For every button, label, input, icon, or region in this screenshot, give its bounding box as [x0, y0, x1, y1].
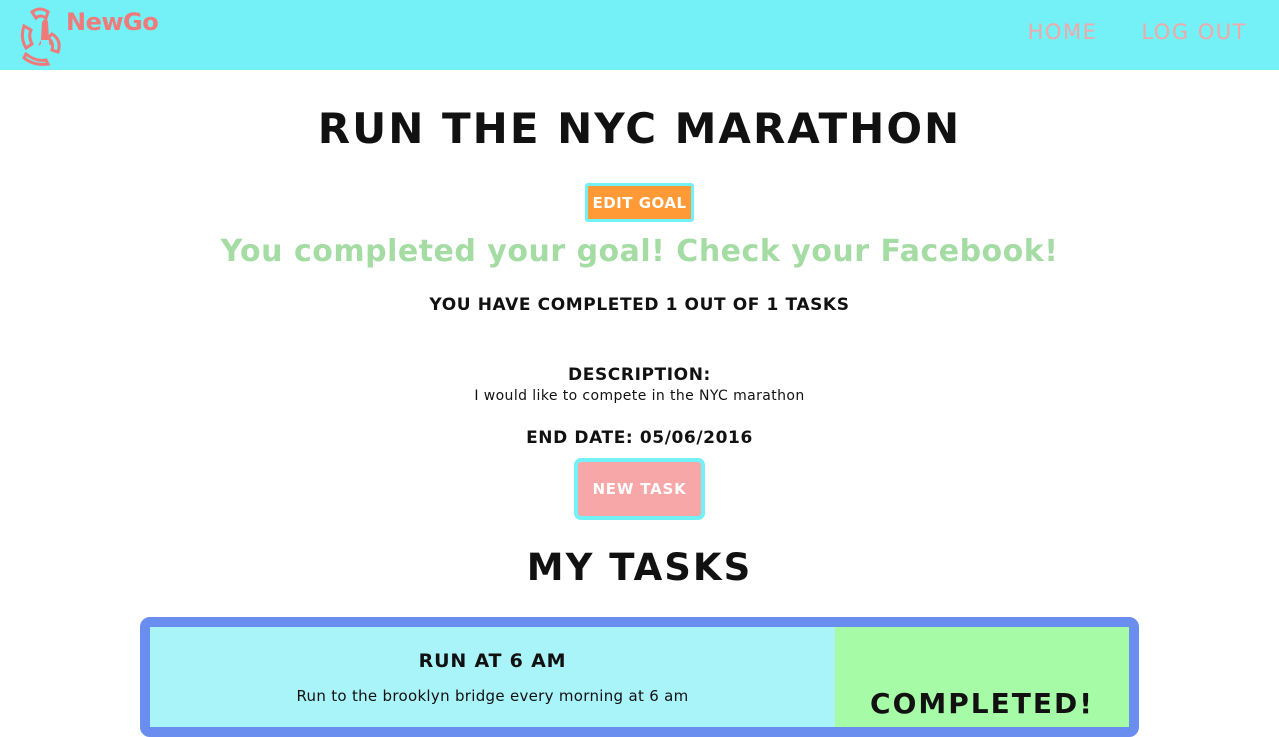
my-tasks-heading: MY TASKS — [526, 546, 753, 589]
edit-goal-button-frame: EDIT GOAL — [585, 183, 694, 222]
goal-end-date: END DATE: 05/06/2016 — [526, 428, 753, 448]
task-info: RUN AT 6 AM Run to the brooklyn bridge e… — [150, 627, 835, 727]
goal-description: I would like to compete in the NYC marat… — [474, 388, 805, 404]
top-navbar: NewGo HOME LOG OUT — [0, 0, 1279, 70]
task-status-panel[interactable]: COMPLETED! — [835, 627, 1129, 727]
task-description: Run to the brooklyn bridge every morning… — [296, 687, 689, 705]
brand-name: NewGo — [66, 8, 159, 36]
new-task-button-frame: NEW TASK — [574, 458, 705, 520]
description-label: DESCRIPTION: — [568, 365, 711, 385]
nav-logout-link[interactable]: LOG OUT — [1141, 20, 1247, 44]
task-progress-text: YOU HAVE COMPLETED 1 OUT OF 1 TASKS — [429, 295, 850, 315]
goal-title: RUN THE NYC MARATHON — [317, 104, 962, 153]
goal-completed-message: You completed your goal! Check your Face… — [220, 234, 1059, 269]
task-title: RUN AT 6 AM — [418, 650, 567, 672]
task-status: COMPLETED! — [870, 687, 1094, 720]
nav-home-link[interactable]: HOME — [1028, 20, 1098, 44]
nav-links: HOME LOG OUT — [1028, 20, 1247, 44]
edit-goal-button[interactable]: EDIT GOAL — [592, 194, 686, 212]
new-task-button[interactable]: NEW TASK — [592, 480, 686, 498]
task-card[interactable]: RUN AT 6 AM Run to the brooklyn bridge e… — [140, 617, 1139, 737]
logo[interactable]: NewGo — [18, 4, 168, 66]
